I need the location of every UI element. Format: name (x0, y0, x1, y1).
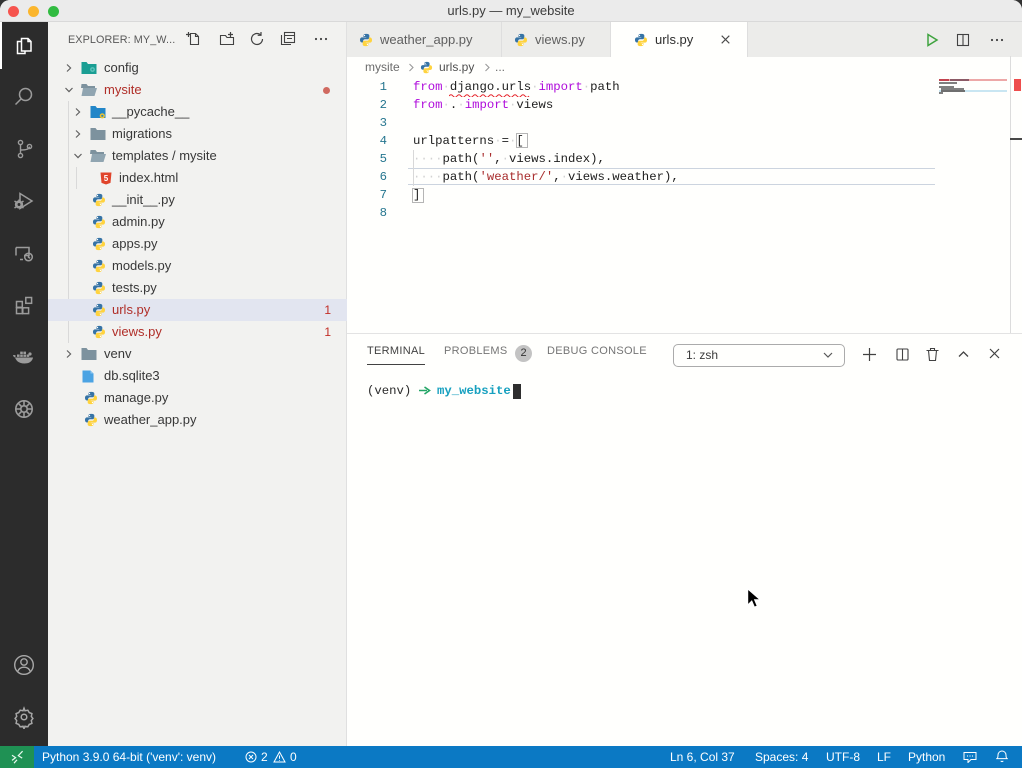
svg-text:5: 5 (104, 173, 109, 182)
